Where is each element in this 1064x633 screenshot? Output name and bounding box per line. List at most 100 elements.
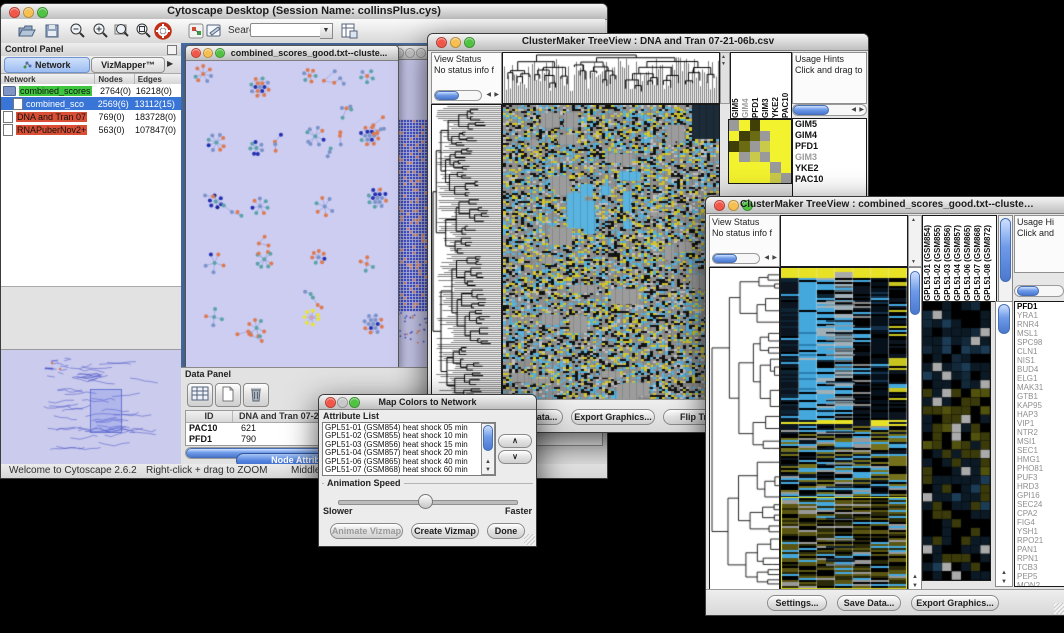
status-hscrollbar[interactable]	[712, 253, 760, 264]
network-window-titlebar[interactable]: combined_scores_good.txt--cluste...	[186, 46, 398, 61]
export-graphics-button[interactable]: Export Graphics...	[571, 409, 655, 425]
cell-value[interactable]: 790	[235, 434, 256, 445]
close-button[interactable]	[191, 48, 201, 58]
tv1-mini-scrollbar[interactable]: ▲ ▼	[720, 52, 730, 104]
animate-vizmap-button[interactable]: Animate Vizmap	[330, 523, 403, 539]
new-attribute-icon[interactable]	[215, 383, 241, 407]
minimize-button[interactable]	[450, 37, 461, 48]
tv1-row-dendrogram[interactable]	[431, 104, 502, 401]
open-file-button[interactable]	[15, 21, 37, 41]
cell-id[interactable]: PFD1	[186, 434, 235, 445]
float-panel-icon[interactable]	[167, 45, 177, 55]
minimize-button[interactable]	[203, 48, 213, 58]
close-button[interactable]	[436, 37, 447, 48]
scroll-left-icon[interactable]: ◀	[851, 106, 856, 113]
animation-speed-slider[interactable]	[418, 494, 433, 509]
scroll-left-icon[interactable]: ◀	[764, 253, 769, 264]
scroll-up-icon[interactable]: ▲	[1001, 570, 1007, 576]
dialog-titlebar[interactable]: Map Colors to Network	[319, 395, 536, 410]
col-id[interactable]: ID	[186, 411, 233, 422]
tv2-labels-vscrollbar[interactable]	[998, 215, 1013, 302]
scroll-right-icon[interactable]: ▶	[859, 106, 864, 113]
scroll-down-icon[interactable]: ▼	[721, 61, 726, 67]
scroll-down-icon[interactable]: ▼	[1001, 579, 1007, 585]
settings-button[interactable]: Settings...	[767, 595, 827, 611]
search-input[interactable]	[250, 23, 322, 37]
scroll-right-icon[interactable]: ▶	[772, 253, 777, 264]
scroll-left-icon[interactable]: ◀	[486, 90, 491, 101]
create-vizmap-button[interactable]: Create Vizmap	[411, 523, 479, 539]
tv1-column-dendrogram[interactable]	[502, 52, 720, 104]
tv2-global-vscrollbar[interactable]: ▲ ▼	[908, 267, 922, 591]
similarity-matrix[interactable]	[728, 119, 792, 184]
search-dropdown-arrow-icon[interactable]: ▼	[320, 23, 333, 39]
tab-vizmapper[interactable]: VizMapper™	[91, 57, 165, 73]
tv2-mini-scrollbar[interactable]: ▲ ▼	[908, 215, 922, 267]
scroll-down-icon[interactable]: ▼	[485, 467, 491, 473]
col-network[interactable]: Network	[1, 74, 95, 84]
tv2-zoom-vscrollbar[interactable]: ▲ ▼	[995, 301, 1013, 587]
tv2-row-dendrogram[interactable]	[709, 267, 780, 591]
data-panel-table-icon[interactable]	[187, 383, 213, 407]
network-row-combined-scores[interactable]: combined_scores 2764(0) 16218(0)	[1, 84, 181, 97]
birdseye-canvas[interactable]	[1, 350, 179, 463]
col-nodes[interactable]: Nodes	[95, 74, 134, 84]
tv2-zoom-heatmap[interactable]	[922, 301, 991, 581]
done-button[interactable]: Done	[487, 523, 525, 539]
tv2-global-heatmap[interactable]	[780, 267, 908, 591]
cell-id[interactable]: PAC10	[186, 423, 235, 434]
zoom-fit-icon[interactable]	[111, 21, 133, 41]
network-view-canvas[interactable]	[187, 61, 395, 365]
treeview1-titlebar[interactable]: ClusterMaker TreeView : DNA and Tran 07-…	[428, 34, 868, 51]
help-lifering-icon[interactable]	[152, 21, 174, 41]
trash-icon[interactable]	[243, 383, 269, 407]
scroll-down-icon[interactable]: ▼	[911, 259, 916, 265]
resize-grip[interactable]	[524, 534, 535, 545]
birdseye-view[interactable]	[1, 349, 181, 465]
table-import-icon[interactable]	[338, 21, 360, 41]
zoom-out-icon[interactable]	[66, 21, 88, 41]
scrollbar-thumb[interactable]	[1000, 218, 1011, 282]
tv2-usage-hscrollbar[interactable]	[1014, 285, 1064, 297]
zoom-in-icon[interactable]	[89, 21, 111, 41]
network-row-combined-sco-selected[interactable]: combined_sco 2569(6) 13112(15)	[1, 97, 181, 110]
tv1-usage-hscrollbar[interactable]: ◀ ▶	[792, 104, 867, 116]
minimize-button[interactable]	[728, 200, 739, 211]
zoom-button[interactable]	[416, 48, 426, 58]
scroll-up-icon[interactable]: ▲	[485, 459, 491, 465]
zoom-selected-icon[interactable]	[132, 21, 154, 41]
main-titlebar[interactable]: Cytoscape Desktop (Session Name: collins…	[1, 4, 607, 20]
save-button[interactable]	[41, 21, 63, 41]
minimize-button[interactable]	[405, 48, 415, 58]
list-vscrollbar[interactable]: ▲ ▼	[481, 423, 495, 475]
network-row-dna-tran[interactable]: DNA and Tran 07 769(0) 183728(0)	[1, 110, 181, 123]
resize-grip[interactable]	[1054, 603, 1064, 614]
cell-value[interactable]: 621	[235, 423, 256, 434]
treeview2-titlebar[interactable]: ClusterMaker TreeView : combined_scores_…	[706, 197, 1064, 214]
attribute-listbox[interactable]: GPL51-01 (GSM854) heat shock 05 minGPL51…	[322, 422, 496, 476]
tv1-global-heatmap[interactable]	[502, 104, 720, 401]
zoom-button[interactable]	[215, 48, 225, 58]
network-row-rnapubernov2[interactable]: RNAPuberNov2+ 563(0) 107847(0)	[1, 123, 181, 136]
minimize-button[interactable]	[337, 397, 348, 408]
scroll-right-icon[interactable]: ▶	[494, 90, 499, 101]
col-edges[interactable]: Edges	[135, 74, 181, 84]
tv2-column-dendrogram-area[interactable]	[780, 215, 908, 267]
tab-overflow-arrow-icon[interactable]: ▶	[167, 59, 173, 68]
scrollbar-thumb[interactable]	[910, 271, 920, 315]
move-down-button[interactable]: ∨	[498, 450, 532, 464]
move-up-button[interactable]: ∧	[498, 434, 532, 448]
minimize-button[interactable]	[23, 7, 34, 18]
export-graphics-button[interactable]: Export Graphics...	[911, 595, 999, 611]
close-button[interactable]	[325, 397, 336, 408]
save-data-button[interactable]: Save Data...	[837, 595, 901, 611]
scroll-up-icon[interactable]: ▲	[911, 217, 916, 223]
tab-network[interactable]: Network	[4, 57, 90, 73]
scrollbar-thumb[interactable]	[483, 425, 493, 451]
close-button[interactable]	[9, 7, 20, 18]
scroll-up-icon[interactable]: ▲	[721, 54, 726, 60]
annotation-icon[interactable]	[203, 21, 225, 41]
scrollbar-thumb[interactable]	[998, 304, 1010, 334]
status-hscrollbar[interactable]	[434, 90, 482, 101]
scroll-up-icon[interactable]: ▲	[912, 574, 918, 580]
